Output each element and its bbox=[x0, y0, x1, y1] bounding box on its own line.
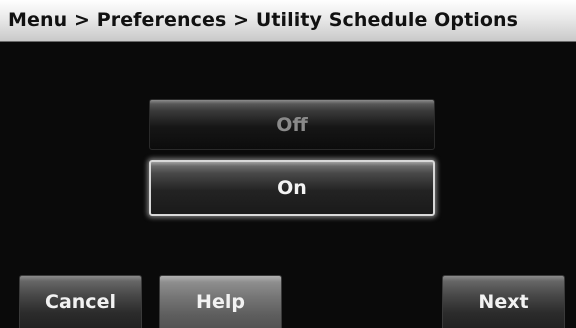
cancel-button-label: Cancel bbox=[45, 291, 116, 313]
option-off-button[interactable]: Off bbox=[149, 99, 435, 150]
cancel-button[interactable]: Cancel bbox=[19, 275, 142, 328]
help-button-label: Help bbox=[196, 291, 245, 313]
breadcrumb: Menu > Preferences > Utility Schedule Op… bbox=[8, 9, 519, 31]
title-bar: Menu > Preferences > Utility Schedule Op… bbox=[0, 0, 576, 42]
next-button[interactable]: Next bbox=[442, 275, 565, 328]
option-on-button[interactable]: On bbox=[149, 160, 435, 216]
help-button[interactable]: Help bbox=[159, 275, 282, 328]
option-off-label: Off bbox=[276, 113, 308, 136]
option-on-label: On bbox=[277, 177, 307, 199]
next-button-label: Next bbox=[478, 291, 529, 313]
